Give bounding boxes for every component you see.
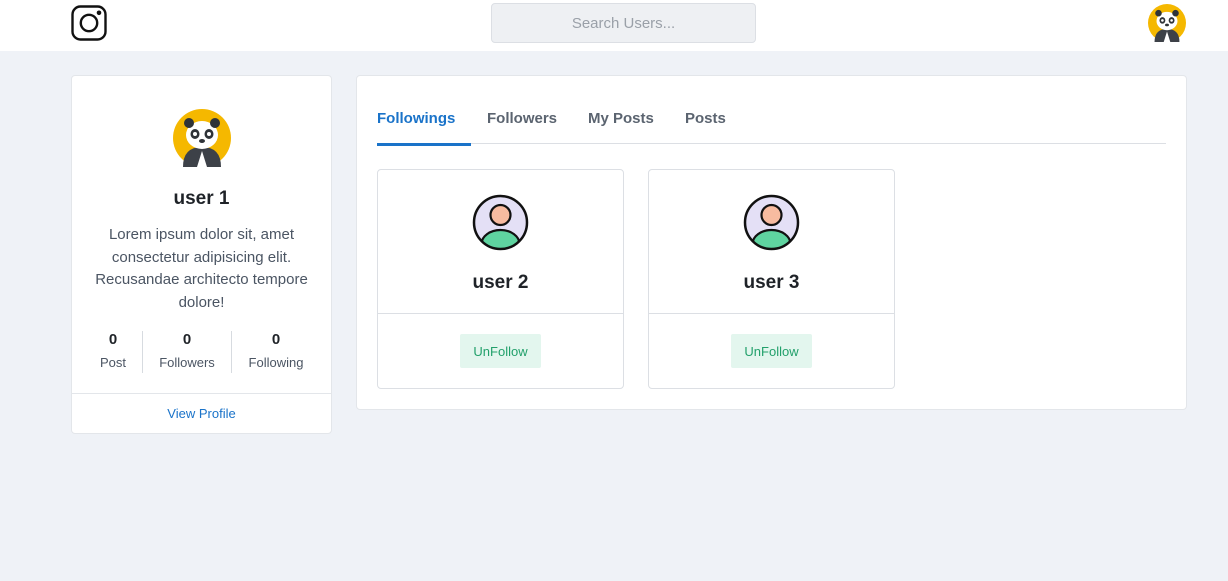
- user-name: user 2: [472, 272, 529, 293]
- user-name: user 3: [743, 272, 800, 293]
- active-tab-indicator: [377, 143, 471, 146]
- tab-followings[interactable]: Followings: [377, 110, 455, 127]
- stat-followers: 0 Followers: [152, 331, 222, 373]
- stat-following: 0 Following: [237, 331, 315, 373]
- stat-following-value: 0: [271, 331, 281, 348]
- stat-posts: 0 Post: [88, 331, 138, 373]
- stat-divider: [142, 331, 143, 373]
- stat-posts-label: Post: [99, 355, 126, 370]
- stat-divider: [231, 331, 232, 373]
- main-card: Followings Followers My Posts Posts user…: [356, 75, 1187, 410]
- stat-posts-value: 0: [108, 331, 118, 348]
- top-navbar: [0, 0, 1228, 51]
- profile-bio: Lorem ipsum dolor sit, amet consectetur …: [95, 226, 308, 311]
- panda-avatar-icon[interactable]: [1148, 4, 1186, 42]
- stat-followers-value: 0: [182, 331, 192, 348]
- profile-name: user 1: [173, 188, 230, 209]
- profile-card: user 1 Lorem ipsum dolor sit, amet conse…: [71, 75, 332, 434]
- user-placeholder-icon: [472, 194, 529, 251]
- instagram-icon[interactable]: [71, 5, 107, 41]
- tabs-baseline: [377, 143, 1166, 144]
- stat-following-label: Following: [248, 355, 304, 370]
- panda-avatar-icon: [173, 109, 231, 167]
- unfollow-button[interactable]: UnFollow: [731, 334, 812, 368]
- tab-followers[interactable]: Followers: [487, 110, 557, 127]
- divider: [649, 313, 894, 314]
- search-input[interactable]: [491, 3, 756, 43]
- user-card: user 3 UnFollow: [648, 169, 895, 389]
- divider: [378, 313, 623, 314]
- view-profile-link[interactable]: View Profile: [72, 406, 331, 421]
- user-card: user 2 UnFollow: [377, 169, 624, 389]
- unfollow-button[interactable]: UnFollow: [460, 334, 541, 368]
- stat-followers-label: Followers: [159, 355, 215, 370]
- user-placeholder-icon: [743, 194, 800, 251]
- tab-my-posts[interactable]: My Posts: [588, 110, 654, 127]
- tab-posts[interactable]: Posts: [685, 110, 726, 127]
- divider: [72, 393, 331, 394]
